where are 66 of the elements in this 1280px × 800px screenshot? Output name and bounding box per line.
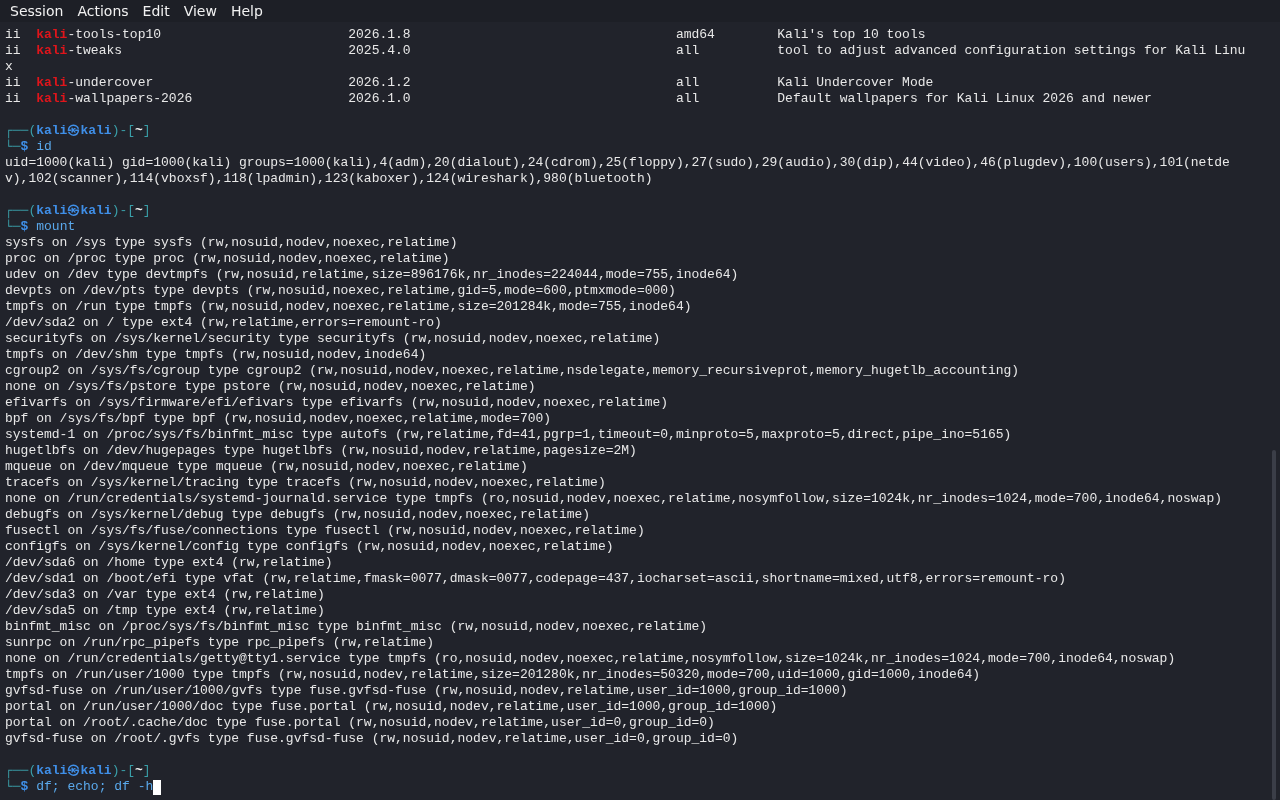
- menu-item[interactable]: Session: [3, 1, 71, 21]
- package-description: Kali Undercover Mode: [777, 75, 934, 91]
- output-line: debugfs on /sys/kernel/debug type debugfs (rw,nosuid,nodev,noexec,relatime): [5, 507, 591, 523]
- output-line: hugetlbfs on /dev/hugepages type hugetlbfs (rw,nosuid,nodev,relatime,pagesize=2M): [5, 443, 637, 459]
- output-line: devpts on /dev/pts type devpts (rw,nosuid,noexec,relatime,gid=5,mode=600,ptmxmode=000): [5, 283, 676, 299]
- output-line: tmpfs on /run type tmpfs (rw,nosuid,nodev,noexec,relatime,size=201284k,mode=755,inode64): [5, 299, 692, 315]
- output-line: gvfsd-fuse on /root/.gvfs type fuse.gvfsd-fuse (rw,nosuid,nodev,relatime,user_id=0,group_id=0): [5, 731, 739, 747]
- package-name: kali-undercover: [36, 75, 155, 91]
- output-line: none on /run/credentials/getty@tty1.service type tmpfs (ro,nosuid,nodev,noexec,relatime,nosymfollow,size=1024k,nr_inodes=1024,mode=700,inode64,noswap): [5, 651, 1176, 667]
- output-line: proc on /proc type proc (rw,nosuid,nodev,noexec,relatime): [5, 251, 450, 267]
- output-line: tmpfs on /run/user/1000 type tmpfs (rw,nosuid,nodev,relatime,size=201280k,nr_inodes=50320,mode=700,uid=1000,gid=1000,inode64): [5, 667, 981, 683]
- output-line: bpf on /sys/fs/bpf type bpf (rw,nosuid,nodev,noexec,relatime,mode=700): [5, 411, 552, 427]
- output-line: v),102(scanner),114(vboxsf),118(lpadmin),123(kaboxer),124(wireshark),980(bluetooth): [5, 171, 653, 187]
- output-line: sysfs on /sys type sysfs (rw,nosuid,nodev,noexec,relatime): [5, 235, 458, 251]
- menu-item[interactable]: Edit: [135, 1, 177, 21]
- package-name: kali-tools-top10: [36, 27, 163, 43]
- output-line: x: [5, 59, 13, 75]
- output-line: sunrpc on /run/rpc_pipefs type rpc_pipefs (rw,relatime): [5, 635, 435, 651]
- package-version: 2026.1.8: [348, 27, 412, 43]
- output-line: /dev/sda3 on /var type ext4 (rw,relatime): [5, 587, 325, 603]
- package-description: Kali's top 10 tools: [777, 27, 926, 43]
- package-name: kali-wallpapers-2026: [36, 91, 194, 107]
- command-line: └─$ mount: [5, 219, 76, 235]
- package-status: ii: [5, 43, 22, 59]
- package-version: 2026.1.0: [348, 91, 412, 107]
- package-status: ii: [5, 75, 22, 91]
- output-line: tmpfs on /dev/shm type tmpfs (rw,nosuid,nodev,inode64): [5, 347, 427, 363]
- output-line: efivarfs on /sys/firmware/efi/efivars type efivarfs (rw,nosuid,nodev,noexec,relatime): [5, 395, 669, 411]
- package-arch: all: [675, 91, 701, 107]
- output-line: systemd-1 on /proc/sys/fs/binfmt_misc type autofs (rw,relatime,fd=41,pgrp=1,timeout=0,minproto=5,maxproto=5,direct,pipe_ino=5165): [5, 427, 1012, 443]
- output-line: none on /sys/fs/pstore type pstore (rw,nosuid,nodev,noexec,relatime): [5, 379, 536, 395]
- output-line: udev on /dev type devtmpfs (rw,nosuid,relatime,size=896176k,nr_inodes=224044,mode=755,inode64): [5, 267, 739, 283]
- package-arch: all: [675, 43, 701, 59]
- output-line: mqueue on /dev/mqueue type mqueue (rw,nosuid,nodev,noexec,relatime): [5, 459, 528, 475]
- package-version: 2025.4.0: [348, 43, 412, 59]
- output-line: /dev/sda6 on /home type ext4 (rw,relatime): [5, 555, 333, 571]
- command-line: └─$ df; echo; df -h: [5, 779, 154, 795]
- package-description: Default wallpapers for Kali Linux 2026 and newer: [777, 91, 1152, 107]
- output-line: securityfs on /sys/kernel/security type securityfs (rw,nosuid,nodev,noexec,relatime): [5, 331, 661, 347]
- output-line: /dev/sda1 on /boot/efi type vfat (rw,relatime,fmask=0077,dmask=0077,codepage=437,iocharset=ascii,shortname=mixed,utf8,errors=remount-ro): [5, 571, 1066, 587]
- output-line: /dev/sda5 on /tmp type ext4 (rw,relatime): [5, 603, 325, 619]
- output-line: cgroup2 on /sys/fs/cgroup type cgroup2 (rw,nosuid,nodev,noexec,relatime,nsdelegate,memory_recursiveprot,memory_hugetlb_accounting): [5, 363, 1020, 379]
- prompt-header: ┌──(kali㉿kali)-[~]: [5, 763, 151, 779]
- menu-item[interactable]: Help: [223, 1, 270, 21]
- package-arch: all: [675, 75, 701, 91]
- output-line: configfs on /sys/kernel/config type configfs (rw,nosuid,nodev,noexec,relatime): [5, 539, 614, 555]
- command-line: └─$ id: [5, 139, 52, 155]
- output-line: portal on /root/.cache/doc type fuse.portal (rw,nosuid,nodev,relatime,user_id=0,group_id=0): [5, 715, 715, 731]
- output-line: binfmt_misc on /proc/sys/fs/binfmt_misc type binfmt_misc (rw,nosuid,nodev,noexec,relatime): [5, 619, 708, 635]
- menu-item[interactable]: Actions: [70, 1, 136, 21]
- prompt-header: ┌──(kali㉿kali)-[~]: [5, 203, 151, 219]
- package-status: ii: [5, 91, 22, 107]
- menu-item[interactable]: View: [176, 1, 224, 21]
- output-line: uid=1000(kali) gid=1000(kali) groups=1000(kali),4(adm),20(dialout),24(cdrom),25(floppy),27(sudo),29(audio),30(dip),44(video),46(plugdev),100(users),101(netde: [5, 155, 1230, 171]
- output-line: portal on /run/user/1000/doc type fuse.portal (rw,nosuid,nodev,relatime,user_id=1000,group_id=1000): [5, 699, 778, 715]
- package-description: tool to adjust advanced configuration settings for Kali Linu: [777, 43, 1246, 59]
- package-arch: amd64: [675, 27, 716, 43]
- output-line: gvfsd-fuse on /run/user/1000/gvfs type fuse.gvfsd-fuse (rw,nosuid,nodev,relatime,user_id=1000,group_id=1000): [5, 683, 848, 699]
- output-line: tracefs on /sys/kernel/tracing type tracefs (rw,nosuid,nodev,noexec,relatime): [5, 475, 606, 491]
- package-status: ii: [5, 27, 22, 43]
- package-name: kali-tweaks: [36, 43, 124, 59]
- package-version: 2026.1.2: [348, 75, 412, 91]
- output-line: fusectl on /sys/fs/fuse/connections type fusectl (rw,nosuid,nodev,noexec,relatime): [5, 523, 645, 539]
- output-line: none on /run/credentials/systemd-journald.service type tmpfs (ro,nosuid,nodev,noexec,relatime,nosymfollow,size=1024k,nr_inodes=1024,mode=700,inode64,noswap): [5, 491, 1222, 507]
- output-line: /dev/sda2 on / type ext4 (rw,relatime,errors=remount-ro): [5, 315, 442, 331]
- prompt-header: ┌──(kali㉿kali)-[~]: [5, 123, 151, 139]
